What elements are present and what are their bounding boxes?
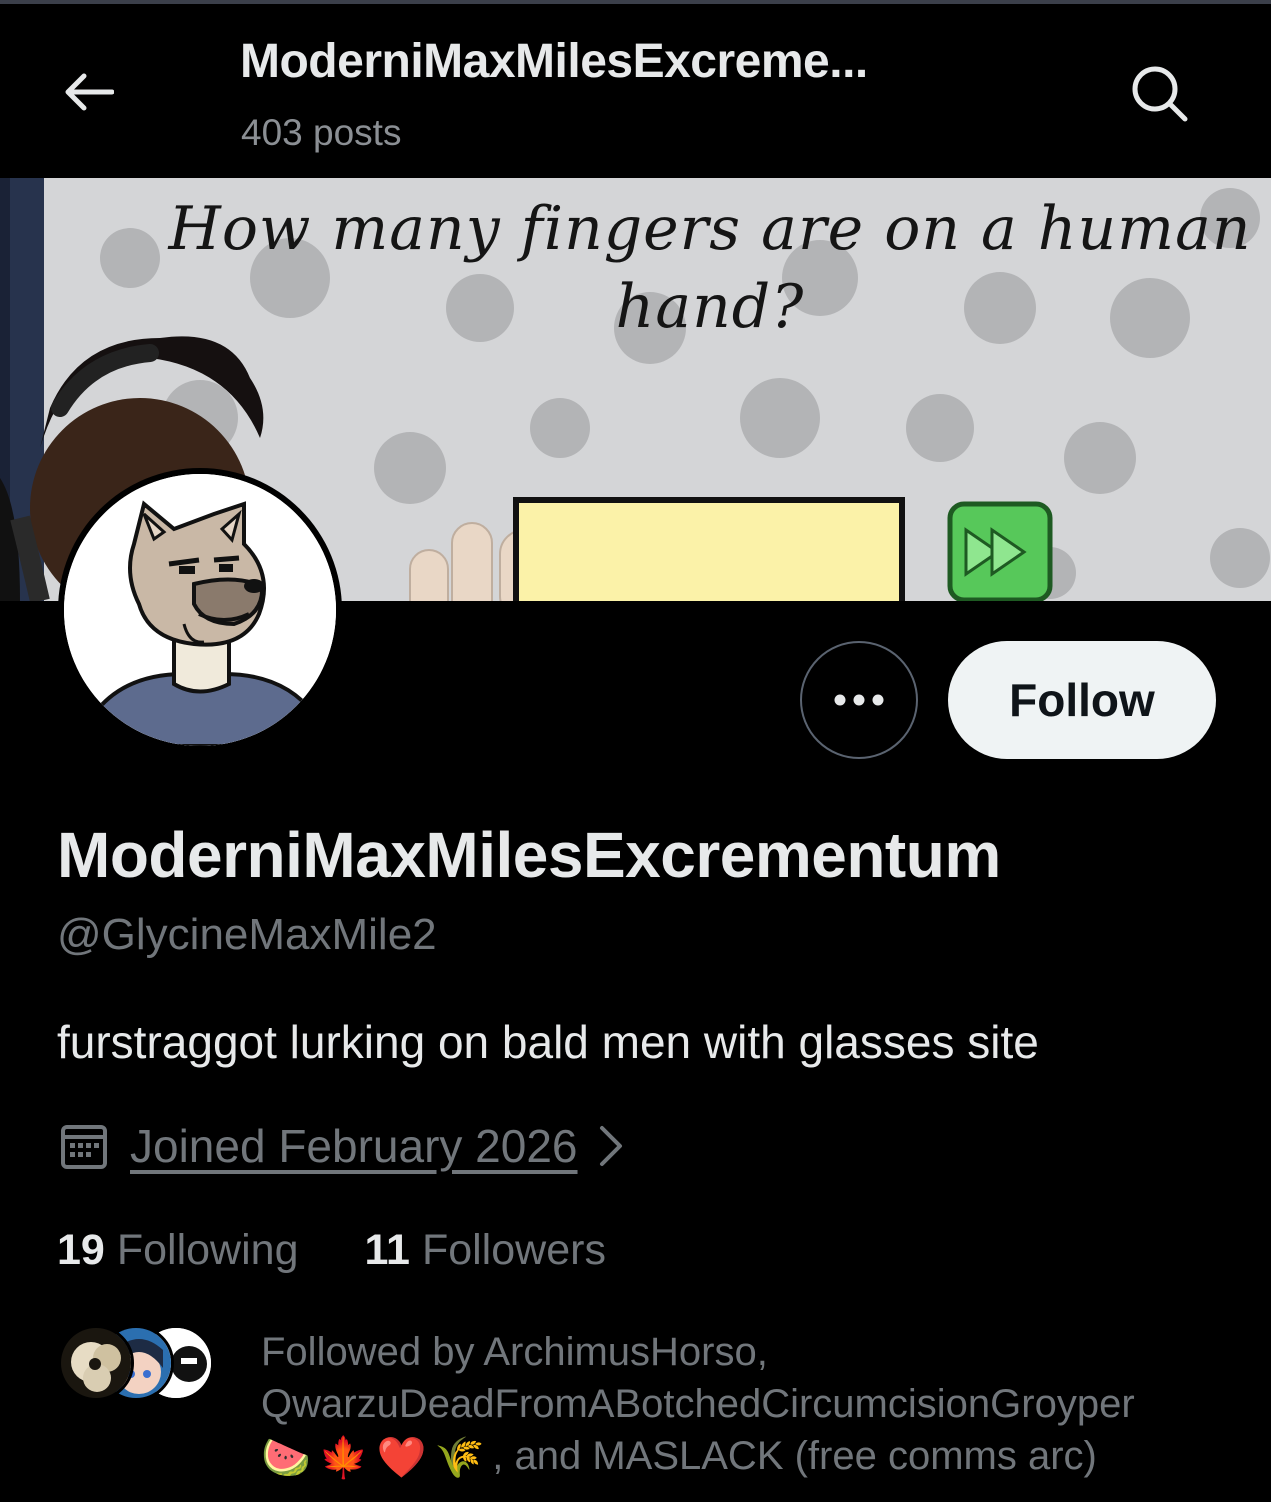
watermelon-emoji: 🍉 xyxy=(261,1436,311,1481)
profile-avatar[interactable] xyxy=(58,468,342,752)
calendar-icon xyxy=(61,1125,107,1169)
profile-bio: furstraggot lurking on bald men with gla… xyxy=(57,1016,1039,1068)
arrow-left-icon xyxy=(65,73,114,111)
posts-count: 403 posts xyxy=(241,112,402,153)
followed-by-text[interactable]: Followed by ArchimusHorso, QwarzuDeadFro… xyxy=(261,1326,1251,1484)
wheat-emoji: 🌾 xyxy=(434,1436,485,1481)
following-label: Following xyxy=(116,1226,299,1274)
followed-by-line-3-text: , and MASLACK (free comms arc) xyxy=(492,1434,1097,1478)
wolf-avatar-image xyxy=(64,474,336,746)
followed-by-avatars[interactable] xyxy=(58,1325,218,1405)
banner-question-text: How many fingers are on a human hand? xyxy=(168,194,1252,342)
header-title: ModerniMaxMilesExcreme... xyxy=(240,35,868,88)
anatomical-heart-emoji: ❤️ xyxy=(376,1436,427,1481)
following-link[interactable]: 19 Following xyxy=(57,1226,298,1275)
more-options-button[interactable] xyxy=(800,641,918,759)
display-name: ModerniMaxMilesExcrementum xyxy=(57,819,1001,891)
back-button[interactable] xyxy=(58,62,118,122)
follow-button[interactable]: Follow xyxy=(948,641,1216,759)
user-handle: @GlycineMaxMile2 xyxy=(57,910,437,959)
maple-leaf-emoji: 🍁 xyxy=(318,1436,369,1481)
search-button[interactable] xyxy=(1124,58,1194,128)
joined-date-link[interactable]: Joined February 2026 xyxy=(60,1116,626,1176)
followed-by-line-3: 🍉 🍁 ❤️ 🌾 , and MASLACK (free comms arc) xyxy=(261,1430,1251,1484)
follower-avatar-1 xyxy=(58,1325,134,1401)
follow-stats: 19 Following 11 Followers xyxy=(57,1226,606,1275)
following-count: 19 xyxy=(57,1226,105,1274)
name-emojis: 🍉 🍁 ❤️ 🌾 xyxy=(261,1432,492,1484)
followers-label: Followers xyxy=(421,1226,606,1274)
followed-by-line-2: QwarzuDeadFromABotchedCircumcisionGroype… xyxy=(261,1382,1135,1426)
followers-count: 11 xyxy=(364,1226,410,1274)
more-horizontal-icon xyxy=(834,694,884,706)
followers-link[interactable]: 11 Followers xyxy=(364,1226,605,1275)
followed-by-line-1: Followed by ArchimusHorso, xyxy=(261,1330,768,1374)
chevron-right-icon xyxy=(599,1126,622,1166)
search-icon xyxy=(1132,66,1188,122)
joined-date-text: Joined February 2026 xyxy=(130,1120,578,1172)
profile-header: ModerniMaxMilesExcreme... 403 posts xyxy=(0,4,1271,178)
